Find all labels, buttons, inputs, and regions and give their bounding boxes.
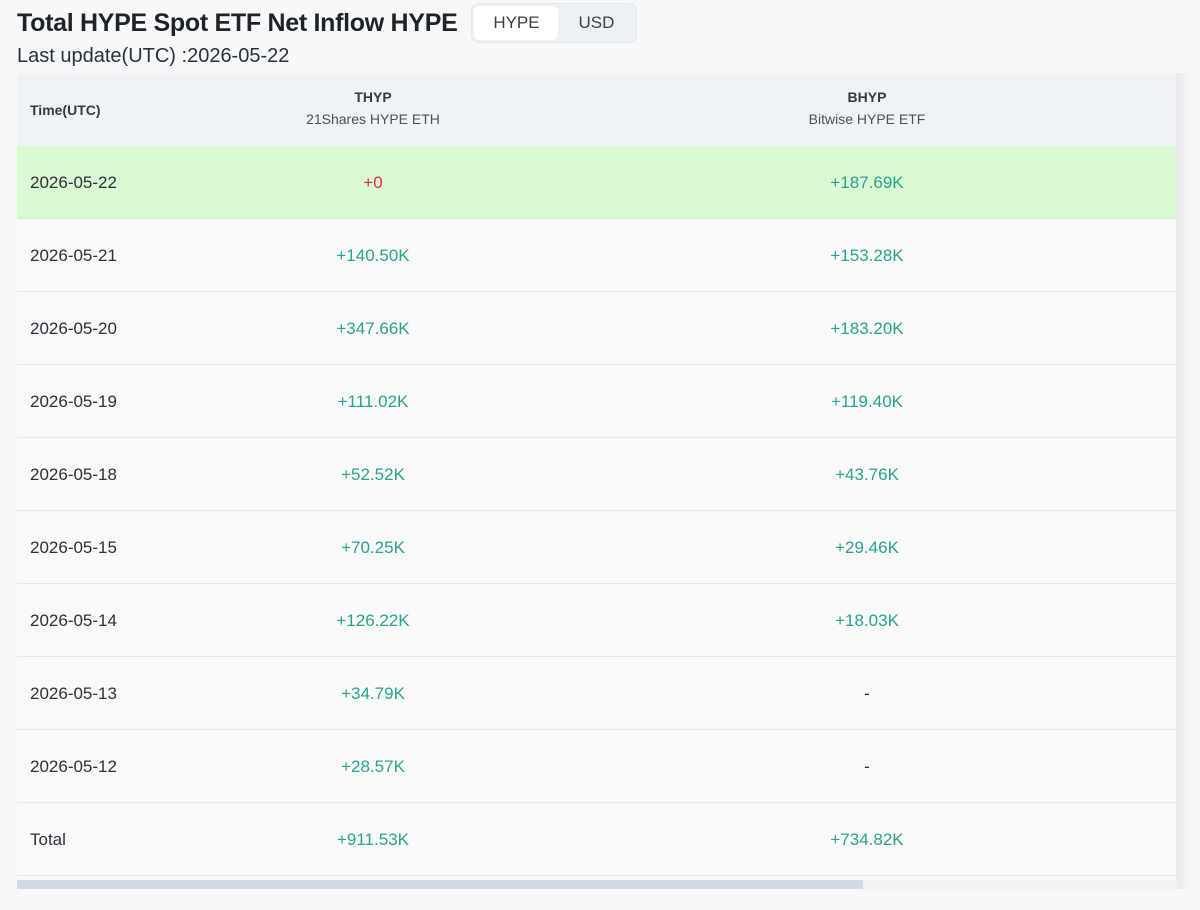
date-cell: 2026-05-18 [30, 464, 117, 484]
table-row: 2026-05-13 +34.79K - [17, 657, 1177, 730]
thyp-value-cell: +28.57K [341, 756, 405, 776]
table-header: Time(UTC) THYP 21Shares HYPE ETH BHYP Bi… [17, 73, 1177, 146]
thyp-value-cell: +111.02K [337, 391, 409, 411]
toggle-usd-button[interactable]: USD [558, 6, 634, 40]
bhyp-ticker: BHYP [847, 89, 887, 105]
thyp-value-cell: +52.52K [341, 464, 405, 484]
bhyp-value-cell: +187.69K [830, 172, 904, 192]
thyp-value-cell: +0 [363, 172, 383, 192]
thyp-column-header[interactable]: THYP 21Shares HYPE ETH [223, 87, 523, 131]
thyp-fund-name: 21Shares HYPE ETH [306, 111, 440, 127]
toggle-hype-button[interactable]: HYPE [474, 6, 559, 40]
bhyp-value-cell: +119.40K [830, 391, 903, 411]
bhyp-column-header[interactable]: BHYP Bitwise HYPE ETF [717, 87, 1017, 131]
date-cell: 2026-05-15 [30, 537, 117, 557]
bhyp-value-cell: +183.20K [830, 318, 904, 338]
last-update-text: Last update(UTC) :2026-05-22 [17, 45, 290, 67]
bhyp-value-cell: +734.82K [830, 829, 904, 849]
date-cell: 2026-05-19 [30, 391, 117, 411]
table-row: 2026-05-19 +111.02K +119.40K [17, 365, 1177, 438]
thyp-value-cell: +70.25K [341, 537, 405, 557]
date-cell: 2026-05-20 [30, 318, 117, 338]
page-title: Total HYPE Spot ETF Net Inflow HYPE [17, 8, 458, 37]
horizontal-scrollbar[interactable] [17, 880, 1177, 889]
thyp-ticker: THYP [354, 89, 392, 105]
date-cell: 2026-05-12 [30, 756, 117, 776]
thyp-value-cell: +34.79K [341, 683, 405, 703]
table-row: 2026-05-20 +347.66K +183.20K [17, 292, 1177, 365]
total-row: Total +911.53K +734.82K [17, 803, 1177, 876]
thyp-value-cell: +911.53K [336, 829, 409, 849]
date-cell: 2026-05-22 [30, 172, 117, 192]
table-row: 2026-05-14 +126.22K +18.03K [17, 584, 1177, 657]
table-row: 2026-05-15 +70.25K +29.46K [17, 511, 1177, 584]
table-row: 2026-05-22 +0 +187.69K [17, 146, 1177, 219]
thyp-value-cell: +126.22K [336, 610, 410, 630]
etf-flow-table: Time(UTC) THYP 21Shares HYPE ETH BHYP Bi… [17, 73, 1177, 889]
bhyp-value-cell: - [864, 683, 870, 703]
bhyp-value-cell: +18.03K [835, 610, 899, 630]
thyp-value-cell: +140.50K [336, 245, 410, 265]
bhyp-value-cell: - [864, 756, 870, 776]
date-cell: 2026-05-14 [30, 610, 117, 630]
date-cell: Total [30, 829, 66, 849]
table-row: 2026-05-18 +52.52K +43.76K [17, 438, 1177, 511]
unit-toggle: HYPE USD [471, 3, 638, 43]
bhyp-fund-name: Bitwise HYPE ETF [808, 111, 926, 127]
bhyp-value-cell: +29.46K [835, 537, 899, 557]
scrollbar-thumb[interactable] [17, 880, 863, 889]
bhyp-value-cell: +153.28K [830, 245, 904, 265]
bhyp-value-cell: +43.76K [835, 464, 899, 484]
date-cell: 2026-05-13 [30, 683, 117, 703]
date-cell: 2026-05-21 [30, 245, 117, 265]
table-row: 2026-05-21 +140.50K +153.28K [17, 219, 1177, 292]
thyp-value-cell: +347.66K [336, 318, 410, 338]
time-column-header[interactable]: Time(UTC) [30, 73, 101, 146]
page-header: Total HYPE Spot ETF Net Inflow HYPE HYPE… [17, 3, 638, 43]
scroll-fade-edge [1176, 73, 1200, 889]
table-row: 2026-05-12 +28.57K - [17, 730, 1177, 803]
